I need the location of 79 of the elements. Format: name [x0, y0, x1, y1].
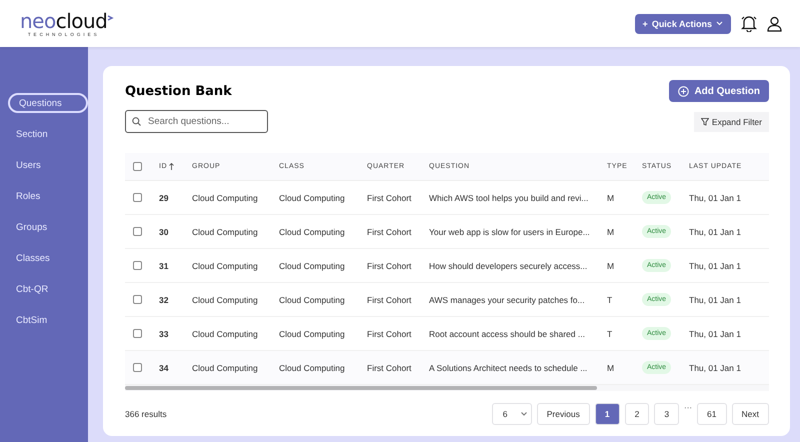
table-cell-text: Cloud Computing: [279, 328, 346, 338]
table-cell-text: Cloud Computing: [192, 192, 259, 202]
sidebar-item[interactable]: Section: [0, 124, 88, 144]
table-cell-text: Cloud Computing: [192, 294, 259, 304]
table-cell-text: Thu, 01 Jan 1: [689, 328, 742, 338]
page-button[interactable]: 1: [594, 403, 620, 425]
table-cell-text: 33: [159, 328, 170, 338]
table-cell-text: T: [607, 328, 614, 338]
bell-icon[interactable]: [741, 15, 757, 32]
table-cell-text: AWS manages your security patches fo...: [429, 294, 586, 304]
quick-actions-button[interactable]: + Quick Actions: [634, 14, 731, 34]
results-count: 366 results: [125, 409, 167, 419]
scrollbar-thumb[interactable]: [125, 386, 597, 390]
chevron-down-icon: [716, 21, 723, 26]
table-cell-text: M: [607, 362, 616, 372]
page-title: Question Bank: [125, 84, 232, 98]
select-all-checkbox[interactable]: [133, 162, 142, 171]
table-cell-text: First Cohort: [367, 226, 412, 236]
table-cell-text: Thu, 01 Jan 1: [689, 226, 742, 236]
table-cell-text: First Cohort: [367, 260, 412, 270]
table-cell-text: First Cohort: [367, 362, 412, 372]
chevron-down-icon: [520, 412, 527, 416]
sidebar-item[interactable]: Classes: [0, 248, 88, 268]
sidebar-item[interactable]: Roles: [0, 186, 88, 206]
page-button[interactable]: 61: [697, 403, 727, 425]
next-button[interactable]: Next: [732, 403, 769, 425]
search-icon: [132, 117, 141, 126]
table-cell-text: 31: [159, 260, 170, 270]
sidebar-item[interactable]: Users: [0, 155, 88, 175]
table-cell-text: Cloud Computing: [192, 226, 259, 236]
table-cell-text: First Cohort: [367, 192, 412, 202]
table-cell-text: Thu, 01 Jan 1: [689, 362, 742, 372]
table-cell-text: Cloud Computing: [192, 328, 259, 338]
table-cell-text: Thu, 01 Jan 1: [689, 192, 742, 202]
row-checkbox[interactable]: [133, 363, 142, 372]
table-cell-text: Your web app is slow for users in Europe...: [429, 226, 591, 236]
row-checkbox[interactable]: [133, 227, 142, 236]
sidebar-item[interactable]: Cbt-QR: [0, 279, 88, 299]
row-checkbox[interactable]: [133, 261, 142, 270]
filter-icon: [700, 118, 709, 126]
sort-arrow-icon: [169, 163, 174, 170]
row-checkbox[interactable]: [133, 329, 142, 338]
row-checkbox[interactable]: [133, 295, 142, 304]
previous-button[interactable]: Previous: [536, 403, 590, 425]
page-size-select[interactable]: 6: [492, 403, 532, 425]
ellipsis: ···: [684, 403, 692, 412]
table-cell-text: 29: [159, 192, 170, 202]
row-checkbox[interactable]: [133, 193, 142, 202]
search-field[interactable]: Search questions...: [125, 110, 268, 133]
table-cell-text: 34: [159, 362, 170, 372]
sidebar-item[interactable]: CbtSim: [0, 310, 88, 330]
table-cell-text: 30: [159, 226, 170, 236]
table-cell-text: M: [607, 192, 616, 202]
table-cell-text: M: [607, 226, 616, 236]
table-cell-text: 32: [159, 294, 170, 304]
table-cell-text: Cloud Computing: [279, 192, 346, 202]
table-cell-text: A Solutions Architect needs to schedule ...: [429, 362, 588, 372]
sidebar-item[interactable]: Groups: [0, 217, 88, 237]
table-cell-text: Cloud Computing: [279, 294, 346, 304]
page-button[interactable]: 3: [654, 403, 680, 425]
table-cell-text: T: [607, 294, 614, 304]
table-cell-text: M: [607, 260, 616, 270]
table-cell-text: Cloud Computing: [279, 362, 346, 372]
table-cell-text: Cloud Computing: [192, 362, 259, 372]
table-cell-text: Cloud Computing: [279, 226, 346, 236]
table-cell-text: Cloud Computing: [279, 260, 346, 270]
table-cell-text: Thu, 01 Jan 1: [689, 260, 742, 270]
add-question-button[interactable]: Add Question: [669, 80, 769, 102]
plus-circle-icon: [678, 86, 690, 96]
table-cell-text: Root account access should be shared ...: [429, 328, 586, 338]
table-cell-text: Which AWS tool helps you build and revi...: [429, 192, 590, 202]
table-cell-text: Cloud Computing: [192, 260, 259, 270]
page-button[interactable]: 2: [624, 403, 650, 425]
table-cell-text: How should developers securely access...: [429, 260, 588, 270]
user-icon[interactable]: [767, 16, 782, 32]
table-cell-text: Thu, 01 Jan 1: [689, 294, 742, 304]
expand-filter-button[interactable]: Expand Filter: [694, 112, 769, 132]
table-cell-text: First Cohort: [367, 328, 412, 338]
table-cell-text: First Cohort: [367, 294, 412, 304]
